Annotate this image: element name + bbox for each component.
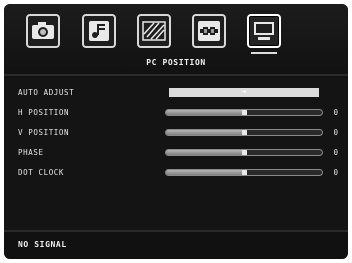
phase-value: 0 <box>333 148 338 157</box>
h-position-slider[interactable] <box>165 109 323 116</box>
phase-slider[interactable] <box>165 149 323 156</box>
slider-knob[interactable] <box>242 130 247 135</box>
slider-fill <box>166 150 244 155</box>
v-position-value: 0 <box>333 128 338 137</box>
status-text: NO SIGNAL <box>18 240 67 249</box>
status-bar: NO SIGNAL <box>4 230 348 259</box>
tab-picture[interactable] <box>26 14 60 48</box>
monitor-icon <box>254 22 274 40</box>
osd-menu: PC POSITION AUTO ADJUST ➔ H POSITION 0 V… <box>4 4 348 259</box>
music-note-icon <box>89 21 109 41</box>
row-dot-clock[interactable]: DOT CLOCK 0 <box>4 166 348 180</box>
hatched-square-icon <box>142 21 166 41</box>
h-position-label: H POSITION <box>18 108 70 117</box>
tab-sound[interactable] <box>82 14 116 48</box>
h-position-value: 0 <box>333 108 338 117</box>
phase-label: PHASE <box>18 148 44 157</box>
slider-fill <box>166 130 244 135</box>
tab-source[interactable] <box>192 14 226 48</box>
row-h-position[interactable]: H POSITION 0 <box>4 106 348 120</box>
menu-title: PC POSITION <box>146 58 206 67</box>
auto-adjust-label: AUTO ADJUST <box>18 88 75 97</box>
menu-tab-bar: PC POSITION <box>4 4 348 78</box>
auto-adjust-button[interactable]: ➔ <box>169 87 319 97</box>
slider-fill <box>166 170 244 175</box>
slider-fill <box>166 110 244 115</box>
tab-settings[interactable] <box>137 14 171 48</box>
slider-knob[interactable] <box>242 150 247 155</box>
row-v-position[interactable]: V POSITION 0 <box>4 126 348 140</box>
slider-knob[interactable] <box>242 170 247 175</box>
row-phase[interactable]: PHASE 0 <box>4 146 348 160</box>
slider-knob[interactable] <box>242 110 247 115</box>
dot-clock-value: 0 <box>333 168 338 177</box>
row-auto-adjust[interactable]: AUTO ADJUST ➔ <box>4 86 348 100</box>
active-tab-underline <box>251 52 277 54</box>
arrow-right-icon: ➔ <box>241 87 247 96</box>
v-position-label: V POSITION <box>18 128 70 137</box>
tab-pc[interactable] <box>247 14 281 54</box>
dot-clock-slider[interactable] <box>165 169 323 176</box>
cable-plug-icon <box>198 21 220 41</box>
v-position-slider[interactable] <box>165 129 323 136</box>
divider <box>4 74 348 76</box>
camera-icon <box>32 22 54 39</box>
dot-clock-label: DOT CLOCK <box>18 168 65 177</box>
